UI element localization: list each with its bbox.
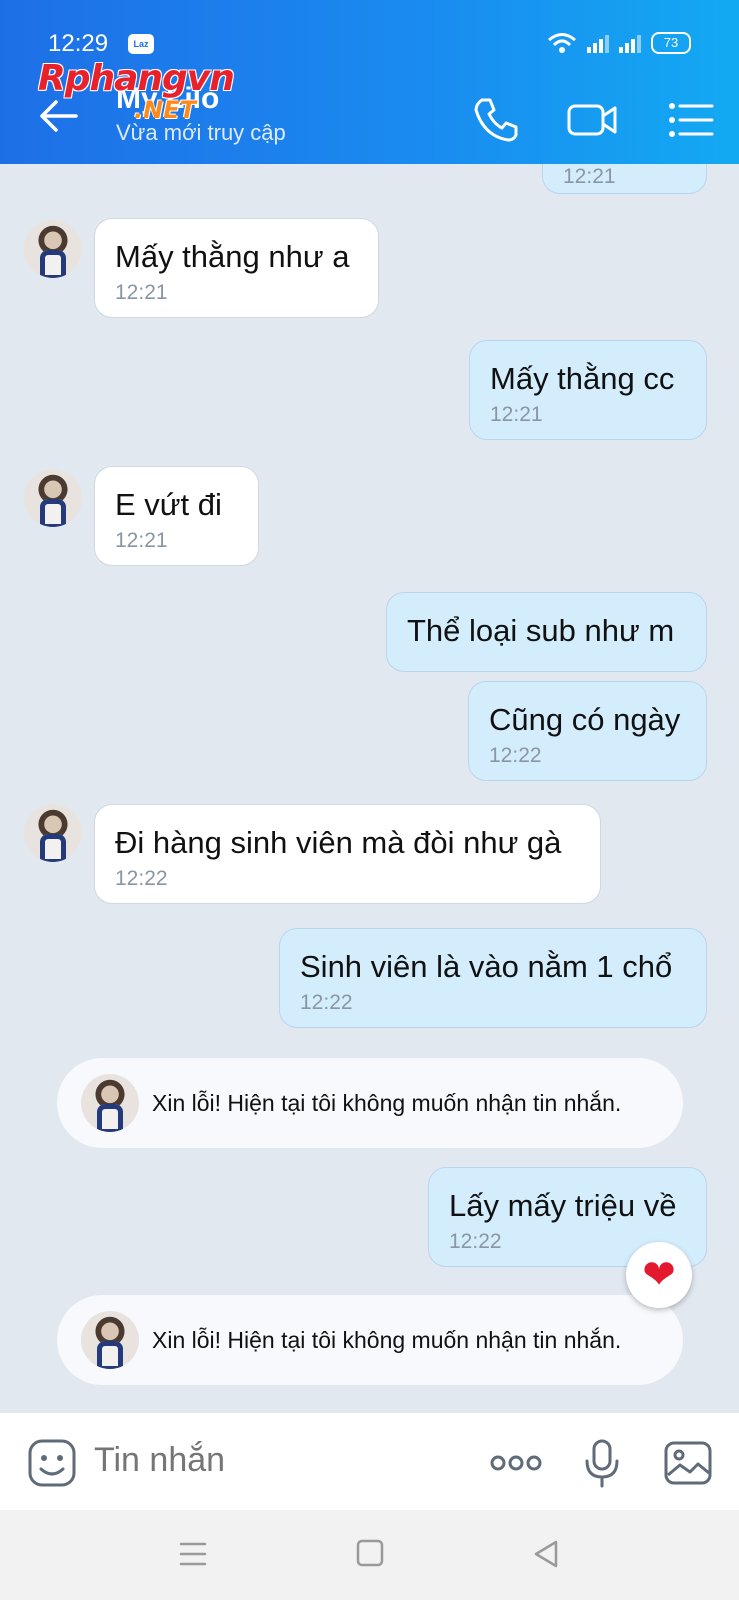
message-bubble-out[interactable]: Thể loại sub như m (386, 592, 707, 672)
message-bubble-out[interactable]: Cũng có ngày 12:22 (468, 681, 707, 781)
video-call-icon[interactable] (566, 94, 618, 146)
battery-icon: 73 (651, 32, 691, 54)
back-arrow-icon[interactable] (36, 94, 80, 138)
image-icon[interactable] (662, 1437, 714, 1489)
message-time: 12:22 (489, 744, 542, 767)
heart-reaction-icon[interactable]: ❤ (626, 1242, 692, 1308)
message-text: Lấy mấy triệu về (449, 1188, 677, 1223)
message-text: Cũng có ngày (489, 702, 681, 737)
phone-icon[interactable] (470, 94, 522, 146)
avatar[interactable] (24, 804, 82, 862)
message-text: Thể loại sub như m (407, 613, 675, 648)
status-time: 12:29 (48, 30, 109, 57)
message-time: 12:21 (490, 403, 543, 426)
lazada-badge-icon: Laz (128, 34, 154, 54)
message-time: 12:21 (115, 281, 168, 304)
message-time: 12:22 (300, 991, 353, 1014)
avatar[interactable] (24, 220, 82, 278)
message-composer (0, 1412, 739, 1510)
recent-apps-icon[interactable] (173, 1536, 213, 1572)
more-dots-icon[interactable] (488, 1437, 544, 1489)
message-text: Sinh viên là vào nằm 1 chổ (300, 949, 673, 984)
notice-text: Xin lỗi! Hiện tại tôi không muốn nhận ti… (152, 1327, 622, 1353)
message-time: 12:21 (563, 165, 616, 188)
wifi-icon (548, 33, 576, 53)
watermark-logo-sub: .NET (134, 96, 196, 124)
message-bubble-out[interactable]: 12:21 (542, 164, 707, 194)
message-text: Mấy thằng cc (490, 361, 675, 396)
microphone-icon[interactable] (576, 1437, 628, 1489)
signal-2-icon (619, 33, 641, 53)
signal-1-icon (587, 33, 609, 53)
chat-header: 12:29 Laz 73 My Lilo Vừa mới truy cập Rp… (0, 0, 739, 164)
status-bar: 12:29 Laz 73 (48, 28, 691, 62)
watermark-logo: Rphangvn (38, 58, 235, 99)
message-bubble-in[interactable]: Đi hàng sinh viên mà đòi như gà 12:22 (94, 804, 601, 904)
emoji-icon[interactable] (26, 1437, 78, 1489)
back-triangle-icon[interactable] (526, 1536, 566, 1572)
home-icon[interactable] (350, 1536, 390, 1572)
message-time: 12:22 (115, 867, 168, 890)
avatar[interactable] (24, 469, 82, 527)
avatar[interactable] (81, 1311, 139, 1369)
auto-reply-notice: Xin lỗi! Hiện tại tôi không muốn nhận ti… (57, 1058, 683, 1148)
auto-reply-notice: Xin lỗi! Hiện tại tôi không muốn nhận ti… (57, 1295, 683, 1385)
message-time: 12:21 (115, 529, 168, 552)
notice-text: Xin lỗi! Hiện tại tôi không muốn nhận ti… (152, 1090, 622, 1116)
message-text: E vứt đi (115, 487, 222, 522)
menu-list-icon[interactable] (664, 94, 716, 146)
message-list[interactable]: 12:21 Mấy thằng như a 12:21 Mấy thằng cc… (0, 164, 739, 1412)
avatar[interactable] (81, 1074, 139, 1132)
message-bubble-out[interactable]: Mấy thằng cc 12:21 (469, 340, 707, 440)
system-indicators: 73 (547, 32, 691, 54)
message-text: Mấy thằng như a (115, 239, 350, 274)
message-text: Đi hàng sinh viên mà đòi như gà (115, 825, 562, 860)
system-nav-bar (0, 1510, 739, 1600)
message-bubble-in[interactable]: E vứt đi 12:21 (94, 466, 259, 566)
message-bubble-out[interactable]: Sinh viên là vào nằm 1 chổ 12:22 (279, 928, 707, 1028)
message-input[interactable] (94, 1441, 454, 1480)
message-bubble-in[interactable]: Mấy thằng như a 12:21 (94, 218, 379, 318)
